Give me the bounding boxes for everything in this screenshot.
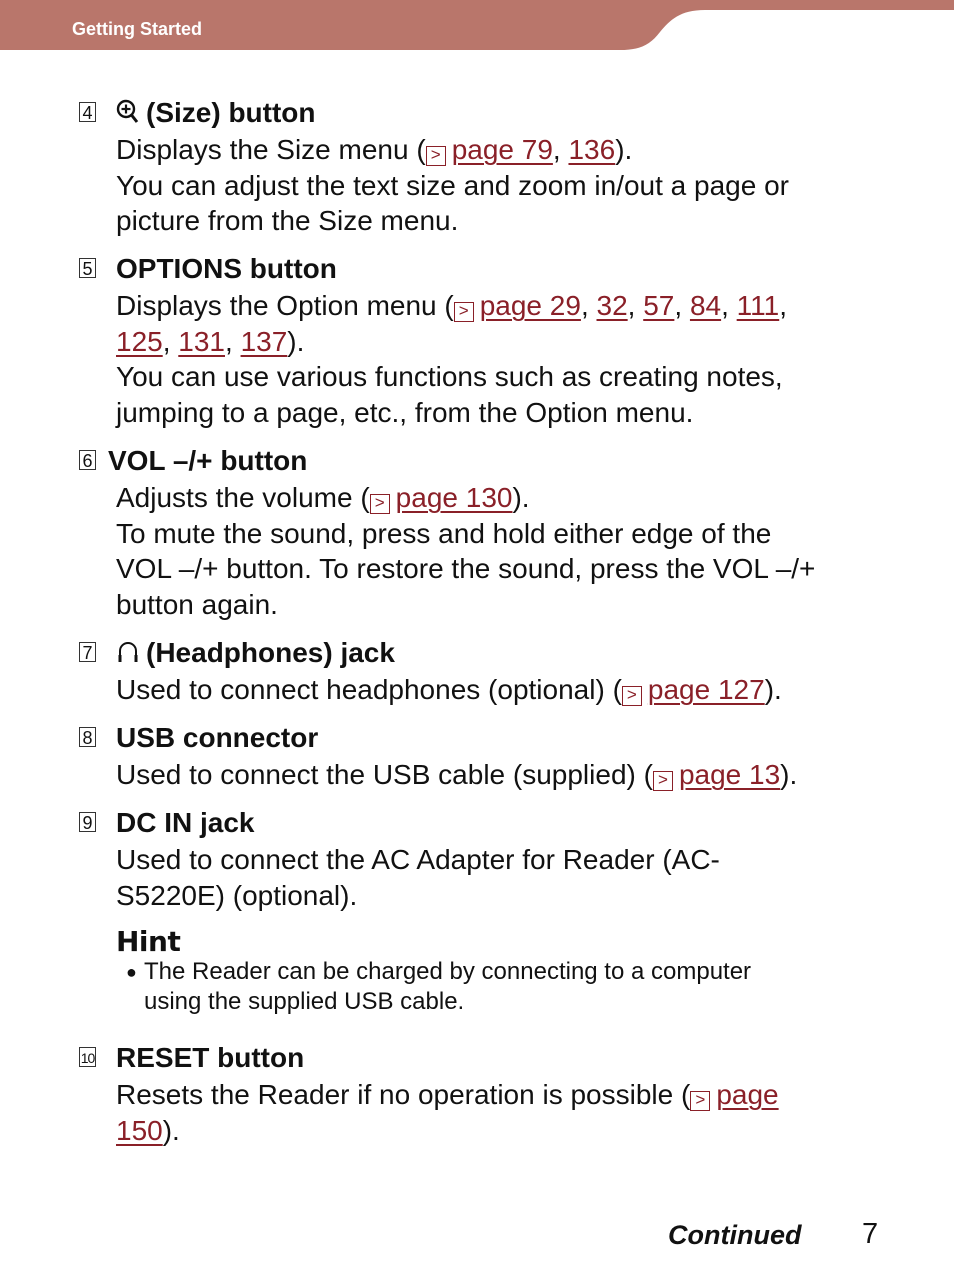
item-number-box: 10 <box>79 1047 96 1067</box>
item-description: Displays the Size menu (> page 79, 136). Y… <box>116 132 896 239</box>
text-segment: ). <box>512 482 530 513</box>
text-segment: ). <box>162 1114 180 1146</box>
item-number-box: 7 <box>79 642 96 663</box>
item-description: Used to connect headphones (optional) (>… <box>116 672 896 708</box>
item-title: OPTIONS button <box>116 252 337 286</box>
page-reference-icon: > <box>453 302 474 322</box>
description-line: Displays the Option menu (> page 29, 32, … <box>116 290 787 322</box>
item-number-box: 5 <box>79 258 96 279</box>
description-line: VOL –/+ button. To restore the sound, pr… <box>116 553 816 584</box>
item-description: Adjusts the volume (> page 130). To mute t… <box>116 480 896 622</box>
item-number-box: 4 <box>79 102 96 123</box>
page-reference-icon: > <box>652 771 673 791</box>
item-title-text: VOL –/+ button <box>108 445 308 476</box>
item-title: (Headphones) jack <box>116 636 395 673</box>
text-segment: Displays the Size menu ( <box>116 134 426 165</box>
description-line: Displays the Size menu (> page 79, 136). <box>116 134 633 166</box>
page-link[interactable]: page 29 <box>480 290 581 321</box>
headphones-icon <box>116 639 140 673</box>
page-link[interactable]: 32 <box>597 290 628 321</box>
item-description: Used to connect the USB cable (supplied)… <box>116 757 896 793</box>
text-segment: ). <box>780 759 798 790</box>
item-number-box: 6 <box>79 450 96 471</box>
page-reference-icon: > <box>425 146 446 166</box>
item-description: Displays the Option menu (> page 29, 32, … <box>116 288 896 430</box>
description-line: You can use various functions such as cr… <box>116 361 783 392</box>
hint-line: using the supplied USB cable. <box>144 988 465 1015</box>
item-title-text: RESET button <box>116 1042 305 1073</box>
page-reference-icon: > <box>369 494 390 514</box>
continued-label: Continued <box>668 1220 802 1250</box>
item-title: (Size) button <box>116 96 316 133</box>
zoom-in-icon <box>116 99 140 133</box>
page-link[interactable]: page 127 <box>648 674 765 705</box>
description-line: Used to connect headphones (optional) (>… <box>116 672 896 708</box>
item-title: DC IN jack <box>116 806 255 840</box>
text-segment: Displays the Option menu ( <box>116 290 454 321</box>
page-link[interactable]: 137 <box>241 326 288 357</box>
item-title: USB connector <box>116 721 318 755</box>
item-title-text: DC IN jack <box>116 807 255 838</box>
item-title-text: OPTIONS button <box>116 253 337 284</box>
item-title-text: (Headphones) jack <box>146 637 395 668</box>
item-description: Used to connect the AC Adapter for Reade… <box>116 842 896 913</box>
page-reference-icon: > <box>690 1091 711 1111</box>
hint-item: The Reader can be charged by connecting … <box>144 957 751 1017</box>
text-segment: ). <box>615 134 633 165</box>
text-segment: Used to connect the USB cable (supplied)… <box>116 759 653 790</box>
description-line: jumping to a page, etc., from the Option… <box>116 396 694 428</box>
description-line: button again. <box>116 588 278 620</box>
text-segment: ). <box>287 325 305 357</box>
text-segment: ). <box>764 674 782 705</box>
text-segment: Adjusts the volume ( <box>116 482 370 513</box>
description-line: 150). <box>116 1113 896 1149</box>
description-line: Used to connect the USB cable (supplied)… <box>116 757 896 793</box>
item-number-box: 9 <box>79 812 96 833</box>
page-link[interactable]: page 13 <box>679 759 780 790</box>
section-title: Getting Started <box>72 19 203 39</box>
page-link[interactable]: 131 <box>178 326 225 357</box>
section-header: Getting Started <box>0 0 954 50</box>
description-line: picture from the Size menu. <box>116 205 459 236</box>
description-line: Resets the Reader if no operation is pos… <box>116 1077 896 1113</box>
description-line: You can adjust the text size and zoom in… <box>116 169 789 201</box>
description-line: Adjusts the volume (> page 130). <box>116 480 896 516</box>
page-link[interactable]: 84 <box>690 290 721 321</box>
item-title: RESET button <box>116 1041 304 1075</box>
text-segment: Used to connect headphones (optional) ( <box>116 674 622 705</box>
page-number: 7 <box>862 1218 879 1250</box>
page-link[interactable]: 57 <box>643 290 674 321</box>
description-line: S5220E) (optional). <box>116 879 358 911</box>
description-line: To mute the sound, press and hold either… <box>116 517 772 549</box>
hint-line: The Reader can be charged by connecting … <box>144 958 752 985</box>
page-link[interactable]: page 79 <box>452 134 553 165</box>
text-segment: , <box>779 290 787 321</box>
description-line: Used to connect the AC Adapter for Reade… <box>116 844 720 875</box>
description-line: 125, 131, 137). <box>116 325 305 357</box>
item-title-text: (Size) button <box>146 97 316 128</box>
page-link[interactable]: 125 <box>116 326 163 357</box>
page-link[interactable]: 111 <box>737 290 780 321</box>
page-link[interactable]: 150 <box>116 1115 163 1146</box>
bullet-icon: ● <box>126 962 137 982</box>
text-segment: Resets the Reader if no operation is pos… <box>116 1079 691 1110</box>
item-title: VOL –/+ button <box>108 444 307 478</box>
page-link[interactable]: page <box>716 1079 778 1110</box>
page-link[interactable]: page 130 <box>396 482 513 513</box>
item-number-box: 8 <box>79 727 96 748</box>
item-title-text: USB connector <box>116 722 319 753</box>
item-description: Resets the Reader if no operation is pos… <box>116 1077 896 1148</box>
page-link[interactable]: 136 <box>568 134 615 165</box>
page-reference-icon: > <box>621 686 642 706</box>
hint-heading: Hint <box>116 925 181 958</box>
